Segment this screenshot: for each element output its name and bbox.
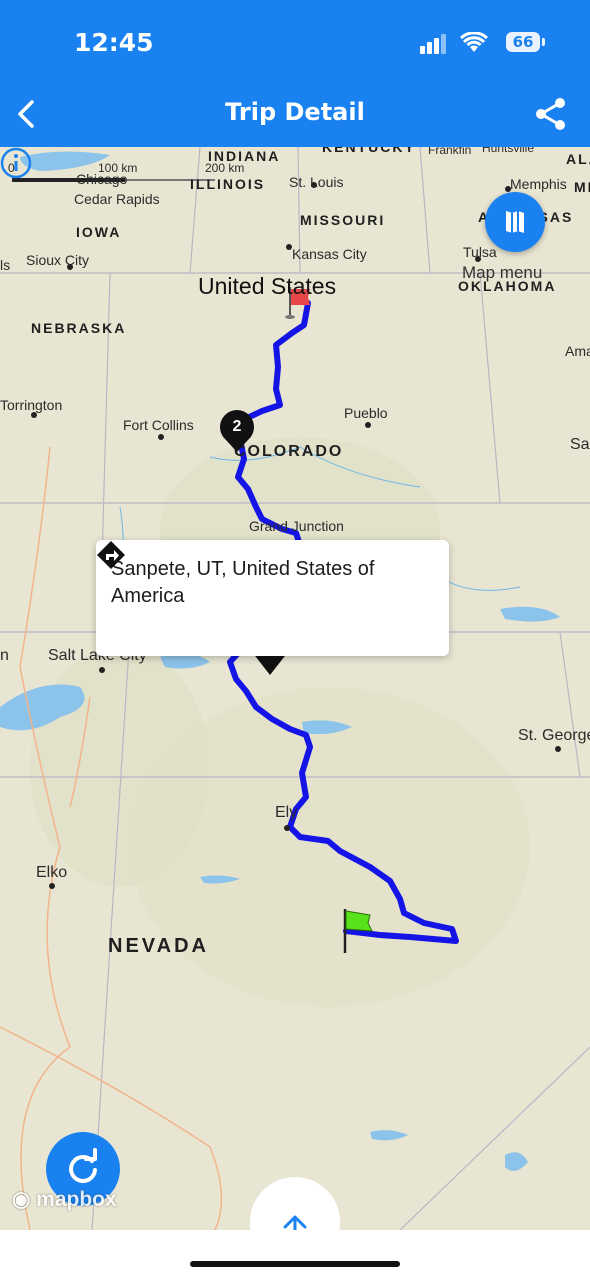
share-icon[interactable]	[534, 96, 568, 132]
city-label: Torrington	[0, 397, 63, 413]
city-label: Ama	[565, 343, 590, 359]
state-label: INDIANA	[208, 148, 281, 164]
state-label: NEBRASKA	[31, 320, 127, 336]
status-icons: 66	[420, 32, 545, 58]
city-label: St. Louis	[289, 174, 344, 190]
city-label: Elko	[36, 864, 68, 881]
mapbox-logo-text: mapbox	[36, 1188, 117, 1211]
state-label: KENTUCKY	[322, 147, 416, 155]
city-label: Pueblo	[344, 405, 388, 421]
map-base	[0, 147, 590, 1230]
popup-location-text: Sanpete, UT, United States of America	[111, 558, 375, 607]
city-label: St. George	[518, 727, 590, 744]
map-menu-label: Map menu	[462, 263, 543, 282]
scroll-up-button[interactable]	[250, 1177, 340, 1230]
battery-indicator: 66	[506, 32, 540, 52]
home-indicator[interactable]	[190, 1261, 400, 1267]
city-label: Sioux City	[26, 252, 90, 268]
state-label: MISSOURI	[300, 212, 386, 228]
wifi-icon	[460, 32, 488, 52]
city-label: Huntsville	[482, 147, 535, 155]
map-icon	[506, 211, 524, 233]
city-label: Frankfin	[428, 147, 472, 157]
page-title: Trip Detail	[225, 98, 365, 126]
city-label: Kansas City	[292, 246, 367, 262]
city-label: Grand Junction	[249, 518, 344, 534]
signal-icon	[420, 34, 446, 54]
city-label: n	[0, 647, 9, 664]
state-label: ALA	[566, 151, 590, 167]
state-label: NEVADA	[108, 935, 209, 957]
city-label: Ely	[275, 804, 298, 821]
mapbox-logo: ◉ mapbox	[12, 1187, 117, 1212]
state-label: ILLINOIS	[190, 176, 266, 192]
location-popup[interactable]: Sanpete, UT, United States of America	[96, 540, 449, 656]
city-label: Fort Collins	[123, 417, 194, 433]
mapbox-logo-icon: ◉	[12, 1188, 37, 1211]
app-header: 12:45 66 Trip Detail	[0, 0, 590, 147]
city-label: Chicago	[76, 171, 128, 187]
city-label: ls	[0, 257, 11, 273]
cluster-marker[interactable]: 2	[218, 410, 256, 452]
status-time: 12:45	[74, 28, 154, 57]
info-icon[interactable]	[0, 147, 32, 179]
cluster-count: 2	[232, 418, 242, 435]
state-label: IOWA	[76, 224, 122, 240]
map-view[interactable]: 0 100 km 200 km INDIANA ILLINOIS KENTUCK…	[0, 147, 590, 1230]
country-label: United States	[198, 273, 337, 299]
city-label: Sa	[570, 436, 590, 453]
bottom-safe-area	[0, 1230, 590, 1280]
city-label: Memphis	[510, 176, 567, 192]
directions-icon[interactable]	[96, 540, 126, 570]
battery-tip	[542, 38, 545, 46]
city-label: Cedar Rapids	[74, 191, 160, 207]
state-label: MI	[574, 179, 590, 195]
map-menu-button[interactable]	[485, 192, 545, 252]
arrow-up-icon	[283, 1215, 307, 1230]
